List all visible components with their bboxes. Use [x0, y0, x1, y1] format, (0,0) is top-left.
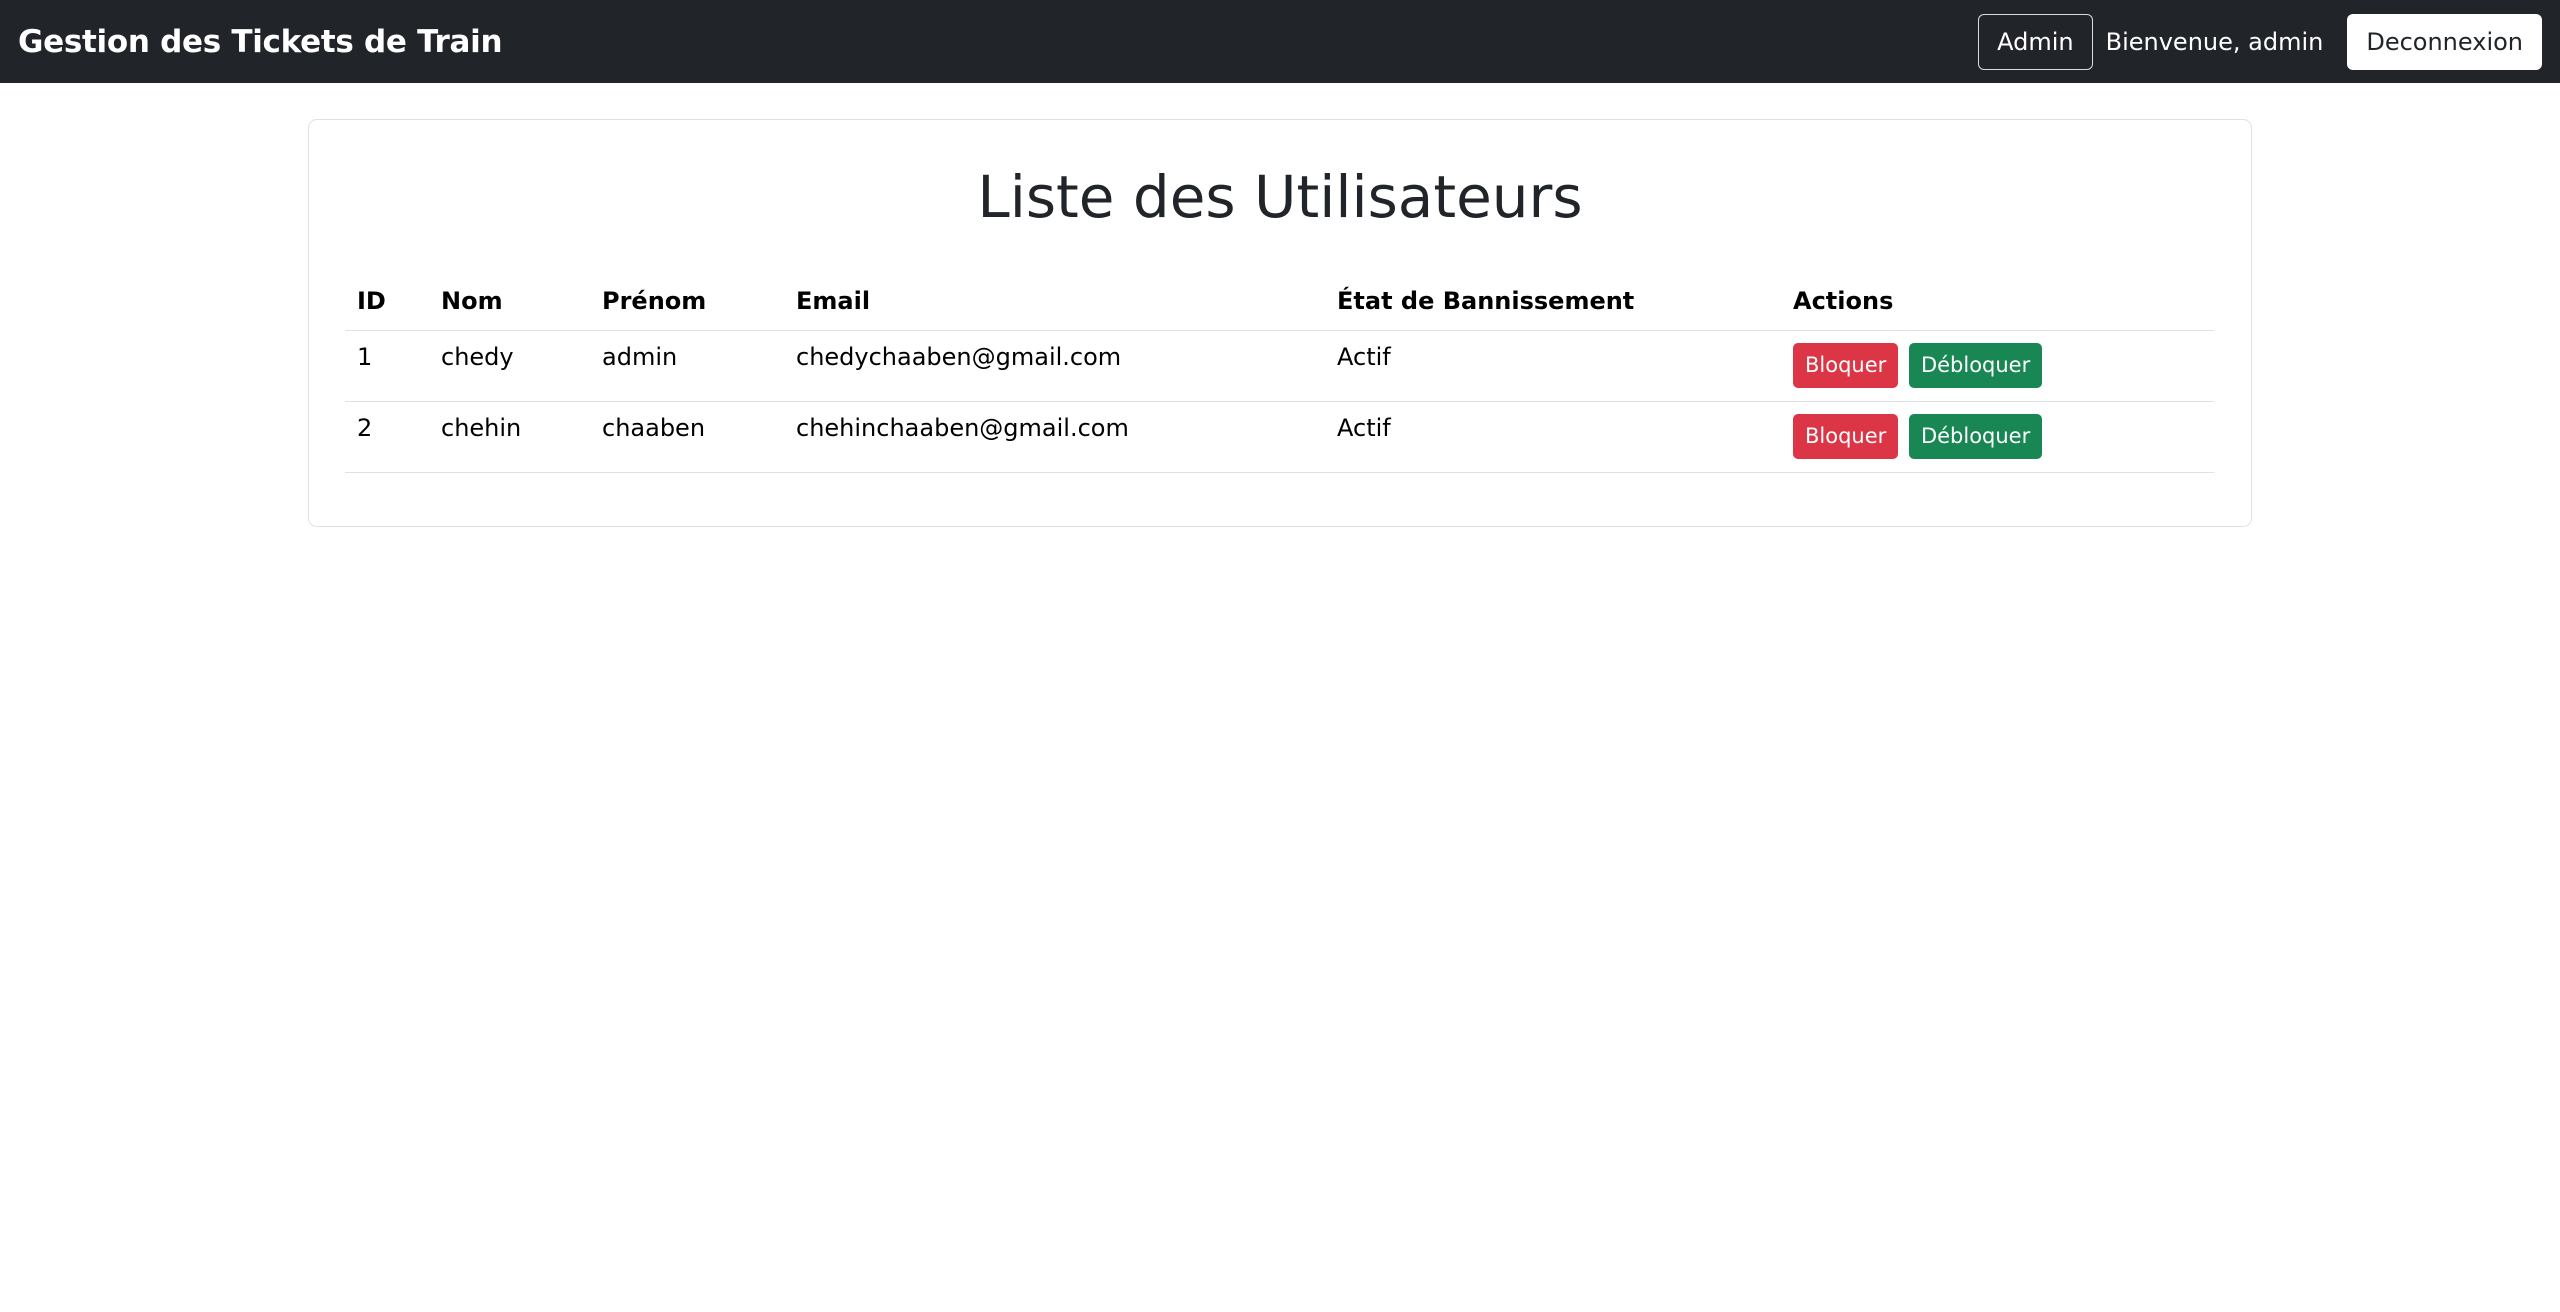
cell-actions: Bloquer Débloquer — [1781, 330, 2214, 402]
users-table: ID Nom Prénom Email État de Bannissement… — [345, 268, 2214, 473]
navbar-right-group: Admin Bienvenue, admin Deconnexion — [1978, 13, 2542, 70]
header-actions: Actions — [1781, 268, 2214, 331]
header-prenom: Prénom — [590, 268, 784, 331]
header-id: ID — [345, 268, 429, 331]
block-button[interactable]: Bloquer — [1793, 342, 1899, 388]
table-row: 2 chehin chaaben chehinchaaben@gmail.com… — [345, 401, 2214, 473]
top-navbar: Gestion des Tickets de Train Admin Bienv… — [0, 0, 2560, 83]
cell-ban-status: Actif — [1325, 401, 1781, 473]
admin-button[interactable]: Admin — [1978, 13, 2093, 70]
header-email: Email — [784, 268, 1325, 331]
logout-button[interactable]: Deconnexion — [2347, 13, 2542, 70]
cell-prenom: chaaben — [590, 401, 784, 473]
navbar-brand[interactable]: Gestion des Tickets de Train — [18, 24, 503, 60]
unblock-button[interactable]: Débloquer — [1908, 413, 2043, 459]
cell-actions: Bloquer Débloquer — [1781, 401, 2214, 473]
unblock-button[interactable]: Débloquer — [1908, 342, 2043, 388]
page-title: Liste des Utilisateurs — [977, 163, 1583, 231]
cell-nom: chehin — [429, 401, 590, 473]
welcome-text: Bienvenue, admin — [2105, 27, 2324, 56]
cell-id: 2 — [345, 401, 429, 473]
header-ban-status: État de Bannissement — [1325, 268, 1781, 331]
block-button[interactable]: Bloquer — [1793, 413, 1899, 459]
users-card: Liste des Utilisateurs ID Nom Prénom Ema… — [308, 119, 2252, 527]
cell-ban-status: Actif — [1325, 330, 1781, 402]
cell-email: chehinchaaben@gmail.com — [784, 401, 1325, 473]
cell-prenom: admin — [590, 330, 784, 402]
cell-email: chedychaaben@gmail.com — [784, 330, 1325, 402]
header-nom: Nom — [429, 268, 590, 331]
table-header-row: ID Nom Prénom Email État de Bannissement… — [345, 268, 2214, 331]
table-row: 1 chedy admin chedychaaben@gmail.com Act… — [345, 330, 2214, 402]
cell-id: 1 — [345, 330, 429, 402]
cell-nom: chedy — [429, 330, 590, 402]
